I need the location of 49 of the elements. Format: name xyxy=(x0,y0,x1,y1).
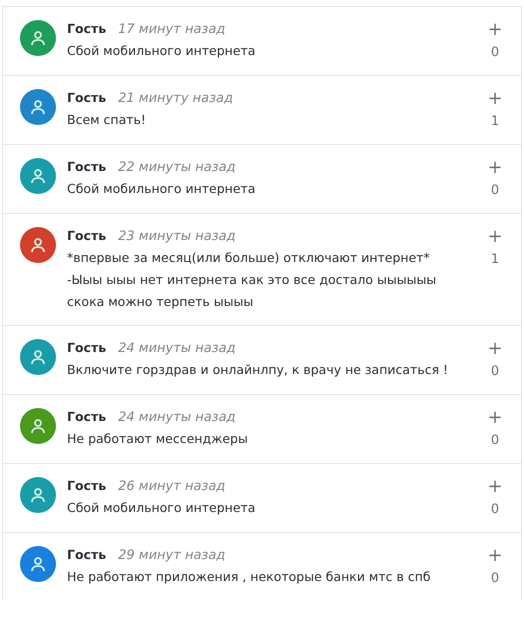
comment-time: 17 минут назад xyxy=(118,22,226,37)
upvote-button[interactable]: + xyxy=(487,339,503,359)
author-name: Гость xyxy=(67,340,106,355)
comment-text: -Ыыы ыыы нет интернета как это все достало ыыыыыы скока можно терпеть ыыыы xyxy=(67,271,438,311)
upvote-button[interactable]: + xyxy=(487,20,503,40)
comment-text: Сбой мобильного интернета xyxy=(67,180,256,198)
upvote-button[interactable]: + xyxy=(487,477,503,497)
comment-time: 24 минуты назад xyxy=(118,341,236,356)
author-name: Гость xyxy=(67,159,106,174)
user-icon xyxy=(30,99,46,115)
author-name: Гость xyxy=(67,21,106,36)
author-name: Гость xyxy=(67,409,106,424)
vote-count: 1 xyxy=(490,251,500,269)
vote-count: 0 xyxy=(490,363,500,381)
vote-count: 0 xyxy=(490,501,500,519)
user-icon xyxy=(30,556,46,572)
comment-time: 29 минут назад xyxy=(118,548,226,563)
comment-text: Всем спать! xyxy=(67,111,147,129)
vote-count: 0 xyxy=(490,44,500,62)
user-icon xyxy=(30,168,46,184)
comment-time: 23 минуты назад xyxy=(118,229,236,244)
upvote-button[interactable]: + xyxy=(487,546,503,566)
vote-count: 0 xyxy=(490,570,500,588)
comment-time: 24 минуты назад xyxy=(118,410,236,425)
user-icon xyxy=(30,349,46,365)
author-name: Гость xyxy=(67,478,106,493)
comment-time: 21 минуту назад xyxy=(118,91,233,106)
vote-count: 1 xyxy=(490,113,500,131)
user-icon xyxy=(30,237,46,253)
upvote-button[interactable]: + xyxy=(487,89,503,109)
upvote-button[interactable]: + xyxy=(487,227,503,247)
vote-count: 0 xyxy=(490,182,500,200)
comment-time: 26 минут назад xyxy=(118,479,226,494)
upvote-button[interactable]: + xyxy=(487,408,503,428)
upvote-button[interactable]: + xyxy=(487,158,503,178)
user-icon xyxy=(30,30,46,46)
user-icon xyxy=(30,418,46,434)
author-name: Гость xyxy=(67,228,106,243)
comment-text: Включите горздрав и онлайнлпу, к врачу не записаться ! xyxy=(67,361,450,379)
vote-count: 0 xyxy=(490,432,500,450)
author-name: Гость xyxy=(67,547,106,562)
comment-text: Не работают мессенджеры xyxy=(67,430,249,448)
user-icon xyxy=(30,487,46,503)
comment-text: Не работают приложения , некоторые банки мтс в спб xyxy=(67,568,432,586)
comment-time: 22 минуты назад xyxy=(118,160,236,175)
comment-text: Сбой мобильного интернета xyxy=(67,42,256,60)
comment-text: *впервые за месяц(или больше) отключают интернет* xyxy=(67,249,431,267)
author-name: Гость xyxy=(67,90,106,105)
comment-text: Сбой мобильного интернета xyxy=(67,499,256,517)
